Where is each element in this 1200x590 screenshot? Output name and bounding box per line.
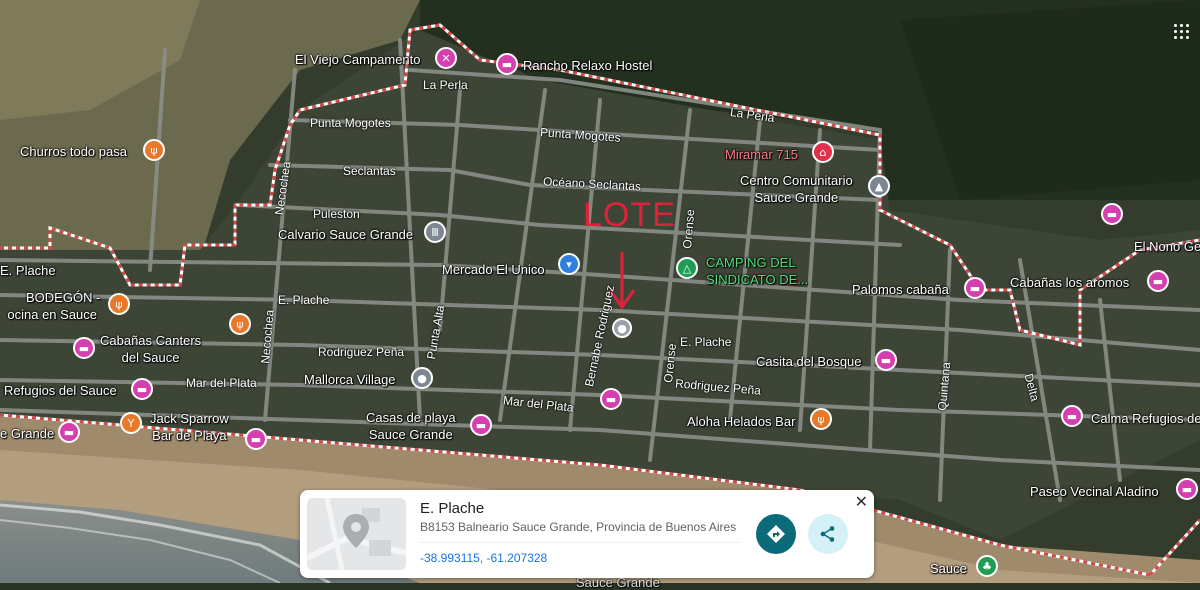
place-e-plache-west[interactable]: E. Plache bbox=[0, 263, 56, 278]
hotel-icon[interactable]: ▬ bbox=[131, 378, 153, 400]
place-el-nono[interactable]: El Nono Ge bbox=[1134, 239, 1200, 254]
ice-cream-icon[interactable]: ψ bbox=[810, 408, 832, 430]
hotel-icon[interactable]: ▬ bbox=[470, 414, 492, 436]
place-churros[interactable]: Churros todo pasa bbox=[20, 144, 127, 159]
directions-button[interactable] bbox=[756, 514, 796, 554]
hotel-icon[interactable]: ▬ bbox=[1176, 478, 1198, 500]
place-title: E. Plache bbox=[420, 500, 485, 517]
share-icon bbox=[820, 526, 835, 542]
place-aromos[interactable]: Cabañas los aromos bbox=[1010, 275, 1129, 290]
landmark-icon[interactable]: ⌂ bbox=[812, 141, 834, 163]
camping-line1: CAMPING DEL bbox=[706, 255, 796, 270]
place-aloha[interactable]: Aloha Helados Bar bbox=[687, 414, 795, 429]
casas-line1: Casas de playa bbox=[366, 410, 456, 425]
jack-line1: Jack Sparrow bbox=[150, 411, 229, 426]
directions-icon bbox=[767, 525, 785, 543]
centro-line1: Centro Comunitario bbox=[740, 173, 853, 188]
apps-grid-icon[interactable] bbox=[1174, 24, 1190, 40]
place-sauce[interactable]: Sauce bbox=[930, 561, 967, 576]
camping-line2: SINDICATO DE... bbox=[706, 272, 809, 287]
jack-line2: Bar de Playa bbox=[152, 428, 227, 443]
place-casas-de-playa[interactable]: Casas de playa Sauce Grande bbox=[366, 410, 456, 442]
street-la-perla-west: La Perla bbox=[423, 78, 468, 92]
canters-line1: Cabañas Canters bbox=[100, 333, 202, 348]
place-miramar[interactable]: Miramar 715 bbox=[725, 147, 798, 162]
lote-annotation: LOTE bbox=[583, 196, 676, 234]
street-rodriguez-pena-west: Rodriguez Peña bbox=[318, 345, 405, 359]
place-address: B8153 Balneario Sauce Grande, Provincia … bbox=[420, 520, 737, 534]
place-camping[interactable]: CAMPING DEL SINDICATO DE... bbox=[706, 255, 808, 287]
shopping-cart-icon[interactable]: ▾ bbox=[558, 253, 580, 275]
place-mallorca[interactable]: Mallorca Village bbox=[304, 372, 396, 387]
hotel-icon[interactable]: ▬ bbox=[1061, 405, 1083, 427]
hotel-icon[interactable]: ▬ bbox=[1147, 270, 1169, 292]
hotel-icon[interactable]: ▬ bbox=[496, 53, 518, 75]
place-calma[interactable]: Calma Refugios de bbox=[1091, 411, 1200, 426]
map-placeholder-icon bbox=[307, 498, 406, 570]
place-refugios[interactable]: Refugios del Sauce bbox=[4, 383, 117, 398]
close-icon[interactable]: ✕ bbox=[855, 492, 868, 511]
bodegon-line2: ocina en Sauce bbox=[7, 307, 98, 322]
casas-line2: Sauce Grande bbox=[368, 427, 453, 442]
place-canters[interactable]: Cabañas Canters del Sauce bbox=[100, 333, 201, 365]
place-e-grande[interactable]: e Grande bbox=[0, 426, 54, 441]
place-mercado[interactable]: Mercado El Unico bbox=[442, 262, 545, 277]
selected-location-pin[interactable]: ● bbox=[612, 318, 632, 338]
school-icon[interactable]: ▲ bbox=[868, 175, 890, 197]
street-e-plache-east: E. Plache bbox=[680, 335, 732, 349]
place-bodegon[interactable]: BODEGÓN - ocina en Sauce bbox=[4, 290, 100, 322]
place-rancho-relaxo[interactable]: Rancho Relaxo Hostel bbox=[523, 58, 652, 73]
food-icon[interactable]: ψ bbox=[143, 139, 165, 161]
share-button[interactable] bbox=[808, 514, 848, 554]
landmark-icon[interactable]: Ⅲ bbox=[424, 221, 446, 243]
hotel-icon[interactable]: ▬ bbox=[875, 349, 897, 371]
place-palomos[interactable]: Palomos cabaña bbox=[852, 282, 949, 297]
food-icon[interactable]: ψ bbox=[229, 313, 251, 335]
place-centro-comunitario[interactable]: Centro Comunitario Sauce Grande bbox=[740, 173, 853, 205]
hotel-icon[interactable]: ▬ bbox=[73, 337, 95, 359]
place-el-viejo-campamento[interactable]: El Viejo Campamento bbox=[295, 52, 421, 67]
place-paseo-vecinal[interactable]: Paseo Vecinal Aladino bbox=[1030, 484, 1159, 499]
hotel-icon[interactable]: ▬ bbox=[1101, 203, 1123, 225]
place-coordinates[interactable]: -38.993115, -61.207328 bbox=[420, 551, 547, 565]
camping-icon[interactable]: △ bbox=[676, 257, 698, 279]
centro-line2: Sauce Grande bbox=[754, 190, 839, 205]
hotel-icon[interactable]: ▬ bbox=[245, 428, 267, 450]
street-punta-mogotes-west: Punta Mogotes bbox=[310, 116, 391, 130]
hotel-icon[interactable]: ▬ bbox=[600, 388, 622, 410]
place-calvario[interactable]: Calvario Sauce Grande bbox=[278, 227, 413, 242]
food-icon[interactable]: ψ bbox=[108, 293, 130, 315]
park-icon[interactable]: ♣ bbox=[976, 555, 998, 577]
bar-icon[interactable]: Y bbox=[120, 412, 142, 434]
bodegon-line1: BODEGÓN - bbox=[26, 290, 101, 305]
divider bbox=[420, 542, 740, 543]
place-thumbnail[interactable] bbox=[307, 498, 406, 570]
hotel-icon[interactable]: ▬ bbox=[964, 277, 986, 299]
location-icon[interactable]: ● bbox=[411, 367, 433, 389]
street-e-plache-mid: E. Plache bbox=[278, 293, 330, 307]
place-jack-sparrow[interactable]: Jack Sparrow Bar de Playa bbox=[150, 411, 229, 443]
street-seclantas-west: Seclantas bbox=[343, 164, 396, 178]
hotel-icon[interactable]: ▬ bbox=[58, 421, 80, 443]
place-casita-del-bosque[interactable]: Casita del Bosque bbox=[756, 354, 862, 369]
street-mar-del-plata-west: Mar del Plata bbox=[186, 376, 257, 390]
street-puleston: Puleston bbox=[313, 207, 360, 221]
hotel-icon[interactable]: ✕ bbox=[435, 47, 457, 69]
canters-line2: del Sauce bbox=[121, 350, 180, 365]
place-info-card[interactable]: E. Plache B8153 Balneario Sauce Grande, … bbox=[300, 490, 874, 578]
